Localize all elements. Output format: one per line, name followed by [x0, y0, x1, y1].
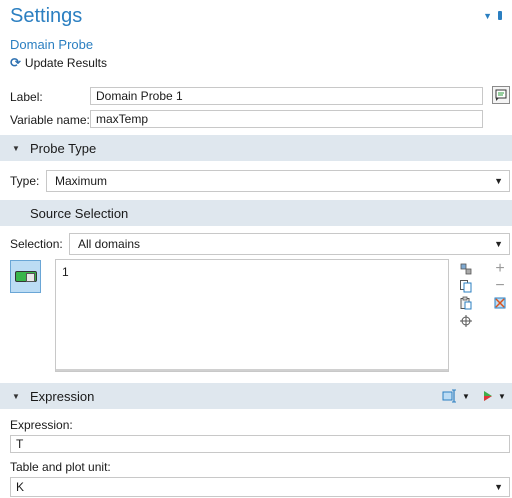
chevron-down-icon: ▼	[494, 239, 503, 249]
list-item[interactable]: 1	[62, 265, 69, 279]
insert-expression-icon	[442, 389, 456, 403]
unit-select-value: K	[16, 480, 25, 494]
node-type-label: Domain Probe	[10, 37, 94, 52]
page-title: Settings	[10, 5, 83, 27]
selection-select[interactable]: All domains ▼	[69, 233, 510, 255]
add-to-selection-button[interactable]: +	[493, 260, 507, 277]
chevron-down-icon: ▼	[494, 176, 503, 186]
unit-label: Table and plot unit:	[10, 460, 111, 474]
remove-from-selection-button[interactable]: −	[493, 277, 507, 294]
paste-selection-button[interactable]	[459, 296, 473, 310]
pin-icon[interactable]	[498, 11, 502, 20]
chevron-down-icon: ▼	[498, 391, 506, 401]
type-label: Type:	[10, 174, 40, 188]
copy-icon	[460, 280, 472, 293]
plus-icon: +	[495, 260, 505, 277]
section-collapse-icon: ▼	[12, 143, 20, 153]
chevron-down-icon: ▼	[494, 482, 503, 492]
clear-selection-icon	[494, 297, 506, 309]
expression-input[interactable]: T	[10, 435, 510, 453]
insert-expression-button[interactable]: ▼	[442, 389, 470, 403]
create-selection-button[interactable]	[459, 314, 473, 328]
variable-name-label: Variable name:	[10, 113, 90, 127]
section-collapse-icon: ▼	[12, 391, 20, 401]
section-expression[interactable]: ▼ Expression	[0, 383, 512, 409]
expression-label: Expression:	[10, 418, 73, 432]
update-results-label: Update Results	[24, 56, 107, 70]
section-title: Probe Type	[30, 140, 97, 156]
refresh-icon: ⟳	[10, 55, 21, 70]
label-input[interactable]: Domain Probe 1	[90, 87, 483, 105]
active-toggle-button[interactable]	[10, 260, 41, 293]
clear-selection-button[interactable]	[493, 296, 507, 310]
selection-label: Selection:	[10, 237, 63, 251]
type-select-value: Maximum	[55, 174, 108, 188]
update-results-button[interactable]: ⟳ Update Results	[10, 55, 107, 71]
variable-name-input[interactable]: maxTemp	[90, 110, 483, 128]
section-source-selection[interactable]: Source Selection	[0, 200, 512, 226]
zoom-selection-icon	[460, 263, 472, 275]
chevron-down-icon: ▼	[462, 391, 470, 401]
note-icon	[495, 89, 507, 101]
paste-icon	[460, 296, 472, 310]
copy-selection-button[interactable]	[459, 279, 473, 293]
section-probe-type[interactable]: ▼ Probe Type	[0, 135, 512, 161]
label-note-button[interactable]	[492, 86, 510, 104]
horizontal-scrollbar[interactable]	[56, 369, 448, 371]
unit-select[interactable]: K ▼	[10, 477, 510, 497]
selection-list[interactable]: 1	[55, 259, 449, 372]
selection-select-value: All domains	[78, 237, 141, 251]
minus-icon: −	[495, 277, 505, 294]
zoom-selected-button[interactable]	[459, 262, 473, 276]
type-select[interactable]: Maximum ▼	[46, 170, 510, 192]
replace-expression-button[interactable]: ▼	[482, 389, 506, 403]
collapse-arrow-icon[interactable]: ▼	[483, 11, 492, 21]
toggle-switch-icon	[14, 271, 37, 282]
header-controls: ▼	[483, 11, 502, 21]
label-field-label: Label:	[10, 90, 43, 104]
section-title: Source Selection	[30, 205, 129, 221]
section-title: Expression	[30, 388, 95, 404]
flag-icon	[484, 391, 492, 401]
crosshair-icon	[460, 315, 472, 327]
